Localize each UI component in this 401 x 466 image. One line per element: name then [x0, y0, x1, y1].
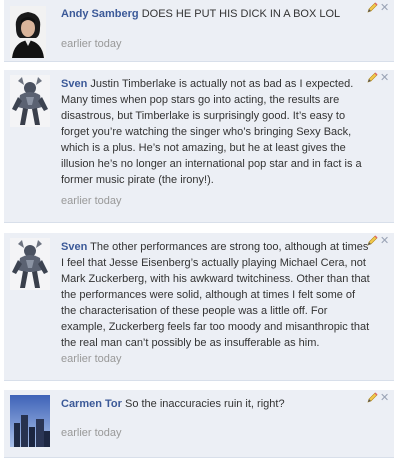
robot-figure-icon: [10, 75, 50, 127]
close-icon[interactable]: ✕: [380, 72, 390, 84]
comment-feed: Andy Samberg DOES HE PUT HIS DICK IN A B…: [0, 0, 401, 466]
pencil-icon[interactable]: [366, 235, 378, 247]
comment-timestamp[interactable]: earlier today: [61, 353, 122, 365]
comment-actions: ✕: [366, 2, 392, 16]
avatar[interactable]: [10, 6, 46, 58]
comment-author-link[interactable]: Sven: [61, 241, 87, 253]
comment-text: The other performances are strong too, a…: [61, 241, 370, 349]
pencil-icon[interactable]: [366, 392, 378, 404]
comment-actions: ✕: [366, 72, 392, 86]
close-icon[interactable]: ✕: [380, 2, 390, 14]
comment-body: Andy Samberg DOES HE PUT HIS DICK IN A B…: [61, 6, 370, 22]
close-icon[interactable]: ✕: [380, 235, 390, 247]
comment-item: Carmen Tor So the inaccuracies ruin it, …: [4, 390, 394, 458]
comment-author-link[interactable]: Carmen Tor: [61, 398, 122, 410]
close-icon[interactable]: ✕: [380, 392, 390, 404]
comment-actions: ✕: [366, 235, 392, 249]
comment-text: So the inaccuracies ruin it, right?: [124, 398, 285, 410]
comment-body: Carmen Tor So the inaccuracies ruin it, …: [61, 396, 370, 412]
comment-body: Sven The other performances are strong t…: [61, 239, 370, 351]
pencil-icon[interactable]: [366, 2, 378, 14]
comment-actions: ✕: [366, 392, 392, 406]
comment-item: Sven The other performances are strong t…: [4, 233, 394, 381]
robot-figure-icon: [10, 238, 50, 290]
avatar[interactable]: [10, 238, 50, 290]
comment-timestamp[interactable]: earlier today: [61, 38, 122, 50]
city-skyline-icon: [10, 395, 50, 447]
comment-timestamp[interactable]: earlier today: [61, 427, 122, 439]
comment-text: Justin Timberlake is actually not as bad…: [61, 78, 362, 186]
person-photo-icon: [10, 6, 46, 58]
comment-item: Andy Samberg DOES HE PUT HIS DICK IN A B…: [4, 0, 394, 62]
comment-author-link[interactable]: Andy Samberg: [61, 8, 139, 20]
comment-item: Sven Justin Timberlake is actually not a…: [4, 70, 394, 223]
comment-text: DOES HE PUT HIS DICK IN A BOX LOL: [141, 8, 341, 20]
comment-body: Sven Justin Timberlake is actually not a…: [61, 76, 370, 188]
comment-author-link[interactable]: Sven: [61, 78, 87, 90]
avatar[interactable]: [10, 395, 50, 447]
comment-timestamp[interactable]: earlier today: [61, 195, 122, 207]
pencil-icon[interactable]: [366, 72, 378, 84]
avatar[interactable]: [10, 75, 50, 127]
